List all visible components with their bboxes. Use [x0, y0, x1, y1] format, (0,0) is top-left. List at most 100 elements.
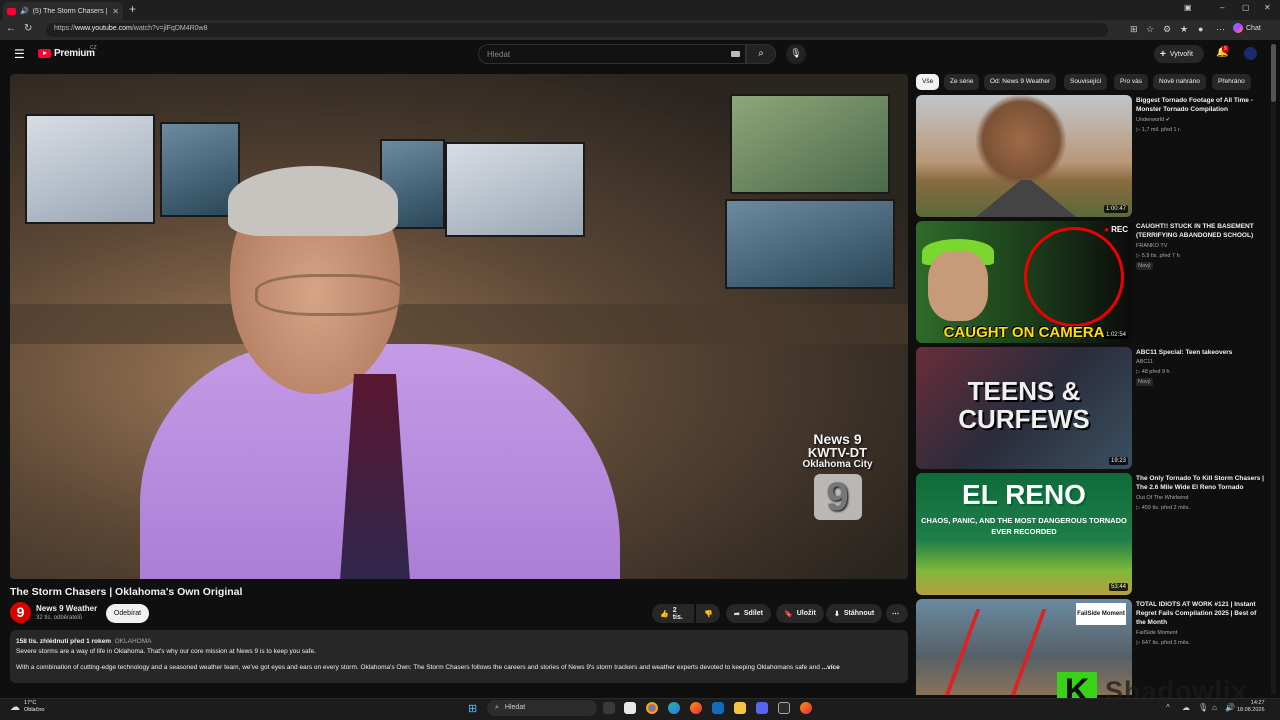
url-prefix: https://: [54, 25, 76, 32]
rec-thumbnail[interactable]: TEENS & CURFEWS 19:23: [916, 347, 1132, 469]
rec-title[interactable]: TOTAL IDIOTS AT WORK #121 | Instant Regr…: [1136, 600, 1266, 627]
weather-widget[interactable]: ☁ 17°C Oblačno: [10, 700, 45, 714]
scrollbar-thumb[interactable]: [1271, 44, 1276, 102]
windows-taskbar: [0, 698, 1280, 720]
taskbar-search[interactable]: ⌕ Hledat: [487, 700, 597, 716]
download-button[interactable]: ⬇ Stáhnout: [826, 604, 883, 623]
rec-channel[interactable]: ABC11: [1136, 359, 1153, 365]
description-box[interactable]: 158 tis. zhlédnutí před 1 rokem OKLAHOMA…: [10, 630, 908, 683]
star-icon[interactable]: ☆: [1146, 24, 1154, 35]
firefox-icon[interactable]: [800, 702, 812, 714]
browser-tab[interactable]: 🔊 (5) The Storm Chasers | Okla… ✕: [3, 2, 123, 20]
plus-icon: +: [1160, 48, 1166, 60]
subscribe-button[interactable]: Odebírat: [106, 604, 149, 623]
window-icon[interactable]: ▣: [1184, 3, 1192, 12]
chip-recently-uploaded[interactable]: Nově nahráno: [1153, 74, 1206, 90]
tray-cloud-icon[interactable]: ☁: [1182, 703, 1190, 712]
reload-icon[interactable]: ↻: [24, 23, 32, 34]
system-clock[interactable]: 14:27 18.08.2026: [1237, 700, 1265, 714]
close-tab-icon[interactable]: ✕: [112, 7, 119, 16]
dislike-button[interactable]: 👎: [696, 604, 720, 623]
rec-channel[interactable]: FailSide Moment: [1136, 630, 1177, 636]
account-avatar[interactable]: [1244, 47, 1257, 60]
youtube-premium-logo[interactable]: Premium CZ: [38, 45, 97, 59]
copilot-chat-button[interactable]: Chat: [1233, 23, 1261, 33]
more-dots-icon: ⋯: [892, 610, 899, 618]
widgets-icon[interactable]: [624, 702, 636, 714]
rec-channel[interactable]: Underworld ✔: [1136, 117, 1170, 123]
rec-thumbnail[interactable]: FailSide Moment: [916, 599, 1132, 695]
hamburger-menu-icon[interactable]: ☰: [14, 47, 25, 61]
url-field[interactable]: https://www.youtube.com/watch?v=jlFqDM4R…: [46, 23, 1108, 37]
glasses: [255, 274, 405, 316]
volume-icon[interactable]: 🔊: [1225, 703, 1235, 712]
maximize-icon[interactable]: ▢: [1242, 3, 1250, 12]
keyboard-icon[interactable]: [731, 51, 740, 57]
more-actions-button[interactable]: ⋯: [886, 604, 908, 623]
desk: [10, 304, 908, 344]
mail-icon[interactable]: [712, 702, 724, 714]
rec-title[interactable]: Biggest Tornado Footage of All Time - Mo…: [1136, 96, 1266, 114]
rec-thumbnail[interactable]: EL RENO CHAOS, PANIC, AND THE MOST DANGE…: [916, 473, 1132, 595]
rec-meta: ▷ 647 tis. před 3 měs.: [1136, 640, 1191, 646]
rec-channel[interactable]: FRANKO TV: [1136, 243, 1167, 249]
grid-icon[interactable]: ⊞: [1130, 24, 1138, 35]
tray-mic-icon[interactable]: 🎙: [1198, 703, 1208, 712]
extensions-icon[interactable]: ⚙: [1163, 24, 1171, 35]
speaker-icon[interactable]: 🔊: [20, 7, 29, 15]
app-icon[interactable]: [778, 702, 790, 714]
profile-icon[interactable]: ●: [1198, 24, 1203, 34]
save-button[interactable]: 🔖 Uložit: [776, 604, 824, 623]
url-path: /watch?v=jlFqDM4R0w8: [131, 25, 208, 32]
close-window-icon[interactable]: ✕: [1264, 3, 1271, 12]
firefox-icon[interactable]: [690, 702, 702, 714]
favorites-icon[interactable]: ★: [1180, 24, 1188, 35]
chrome-icon[interactable]: [646, 702, 658, 714]
minimize-icon[interactable]: –: [1220, 3, 1224, 12]
rec-title[interactable]: CAUGHT!! STUCK IN THE BASEMENT (TERRIFYI…: [1136, 222, 1266, 240]
chip-from-channel[interactable]: Od: News 9 Weather: [984, 74, 1057, 90]
create-button[interactable]: + Vytvořit: [1154, 45, 1204, 63]
chip-watched[interactable]: Přehráno: [1212, 74, 1251, 90]
like-button[interactable]: 👍 2 tis.: [652, 604, 694, 623]
chip-for-you[interactable]: Pro vás: [1114, 74, 1149, 90]
file-explorer-icon[interactable]: [734, 702, 746, 714]
scrollbar-track[interactable]: [1271, 44, 1276, 694]
new-tab-icon[interactable]: +: [129, 2, 136, 16]
background-monitor: [25, 114, 155, 224]
show-more-link[interactable]: ...více: [822, 664, 840, 671]
rec-title[interactable]: The Only Tornado To Kill Storm Chasers |…: [1136, 474, 1266, 492]
search-input[interactable]: Hledat: [478, 44, 746, 64]
channel-name[interactable]: News 9 Weather: [36, 604, 97, 613]
notification-count-badge: 9: [1222, 45, 1229, 53]
duration-badge: 19:23: [1108, 457, 1128, 465]
rec-thumbnail[interactable]: 1:00:47: [916, 95, 1132, 217]
tray-expand-icon[interactable]: ^: [1166, 703, 1170, 712]
channel-avatar[interactable]: 9: [10, 602, 31, 623]
network-icon[interactable]: ⌂: [1212, 703, 1217, 712]
rec-thumbnail[interactable]: REC CAUGHT ON CAMERA 1:02:54: [916, 221, 1132, 343]
tornado-shape: [976, 95, 1066, 185]
chip-all[interactable]: Vše: [916, 74, 940, 90]
download-label: Stáhnout: [843, 610, 875, 617]
search-icon: ⌕: [495, 704, 499, 711]
rec-title[interactable]: ABC11 Special: Teen takeovers: [1136, 348, 1266, 357]
chip-series[interactable]: Ze série: [944, 74, 980, 90]
video-player[interactable]: [10, 74, 908, 579]
edge-icon[interactable]: [668, 702, 680, 714]
subscriber-count: 32 tis. odběratelů: [36, 615, 83, 621]
windows-start-icon[interactable]: ⊞: [468, 702, 477, 715]
voice-search-button[interactable]: 🎙: [786, 44, 806, 64]
share-button[interactable]: ➦ Sdílet: [726, 604, 771, 623]
rec-channel[interactable]: Out Of The Whirlwind: [1136, 495, 1188, 501]
new-badge: Nový: [1136, 262, 1153, 270]
task-view-icon[interactable]: [603, 702, 615, 714]
more-icon[interactable]: ⋯: [1216, 24, 1225, 35]
chip-related[interactable]: Související: [1064, 74, 1108, 90]
search-button[interactable]: ⌕: [746, 44, 776, 64]
back-icon[interactable]: ←: [6, 23, 16, 34]
discord-icon[interactable]: [756, 702, 768, 714]
hashtag[interactable]: OKLAHOMA: [115, 638, 152, 645]
like-count: 2 tis.: [672, 606, 683, 621]
video-title: The Storm Chasers | Oklahoma's Own Origi…: [10, 586, 243, 598]
